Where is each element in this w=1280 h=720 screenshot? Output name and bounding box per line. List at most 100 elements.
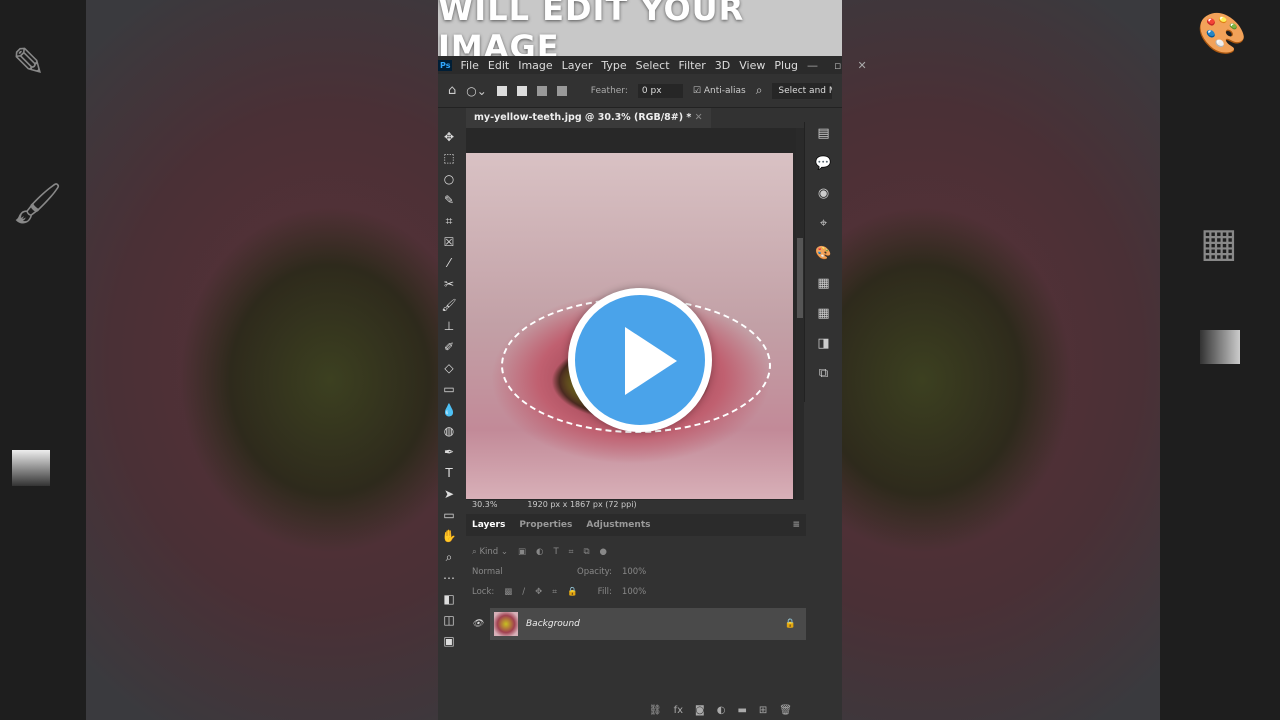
pen-tool-icon[interactable]: ✒ xyxy=(444,445,454,462)
subtract-selection-icon[interactable] xyxy=(536,85,547,96)
blur-tool-icon[interactable]: 💧 xyxy=(442,403,457,420)
stamp-tool-icon[interactable]: ⊥ xyxy=(444,319,454,336)
eyedropper-tool-icon[interactable]: ⁄ xyxy=(448,256,450,273)
add-selection-icon[interactable] xyxy=(516,85,527,96)
lock-pixels-icon[interactable]: / xyxy=(522,587,525,597)
tab-properties[interactable]: Properties xyxy=(519,520,572,530)
move-tool-icon[interactable]: ✥ xyxy=(444,130,454,147)
filter-toggle[interactable]: ● xyxy=(600,547,607,557)
panel-menu-icon[interactable]: ≡ xyxy=(792,520,800,530)
path-select-tool-icon[interactable]: ➤ xyxy=(444,487,454,504)
menu-plugins[interactable]: Plug xyxy=(774,59,798,72)
screen-mode-icon[interactable]: ▣ xyxy=(443,634,454,651)
new-group-icon[interactable]: ▬ xyxy=(737,705,746,716)
link-layers-icon[interactable]: ⛓ xyxy=(649,705,662,716)
new-layer-icon[interactable]: ⊞ xyxy=(759,705,767,716)
menu-type[interactable]: Type xyxy=(601,59,626,72)
minimize-icon[interactable]: — xyxy=(807,59,818,72)
grid-icon[interactable]: ▦ xyxy=(817,306,829,321)
maximize-icon[interactable]: ▫ xyxy=(834,59,841,72)
filter-pixel-icon[interactable]: ▣ xyxy=(518,547,526,557)
artboard-tool-icon[interactable]: ⬚ xyxy=(443,151,454,168)
lock-transparent-icon[interactable]: ▩ xyxy=(504,587,512,597)
close-tab-icon[interactable]: ✕ xyxy=(695,112,703,123)
menu-image[interactable]: Image xyxy=(518,59,552,72)
lock-label: Lock: xyxy=(472,587,495,597)
document-tab[interactable]: my-yellow-teeth.jpg @ 30.3% (RGB/8#) * ✕ xyxy=(466,108,711,128)
menu-3d[interactable]: 3D xyxy=(715,59,730,72)
layer-row[interactable]: 👁 Background 🔒 xyxy=(472,608,806,640)
grid-icon: ▦ xyxy=(1200,220,1238,266)
gradient-tool-icon[interactable]: ▭ xyxy=(443,382,454,399)
new-selection-icon[interactable] xyxy=(496,85,507,96)
libraries-icon[interactable]: ⧉ xyxy=(819,366,828,381)
tab-adjustments[interactable]: Adjustments xyxy=(586,520,650,530)
tab-layers[interactable]: Layers xyxy=(472,520,505,530)
filter-shape-icon[interactable]: ⌗ xyxy=(569,547,574,557)
menu-layer[interactable]: Layer xyxy=(562,59,593,72)
menu-select[interactable]: Select xyxy=(636,59,670,72)
intersect-selection-icon[interactable] xyxy=(556,85,567,96)
adjustment-layer-icon[interactable]: ◐ xyxy=(717,705,726,716)
lock-artboard-icon[interactable]: ⌗ xyxy=(552,587,557,597)
blurred-background-right: 🎨 ▦ xyxy=(842,0,1280,720)
patterns-icon[interactable]: ▦ xyxy=(817,276,829,291)
options-bar: ⌂ ○⌄ Feather: 0 px ☑ Anti-alias ⌕ Select… xyxy=(438,74,842,108)
eraser-tool-icon[interactable]: ◇ xyxy=(444,361,453,378)
home-icon[interactable]: ⌂ xyxy=(448,83,456,98)
hand-tool-icon[interactable]: ✋ xyxy=(442,529,457,546)
search-icon[interactable]: ⌕ xyxy=(756,83,763,98)
filter-type-icon[interactable]: T xyxy=(553,547,558,557)
more-tools-icon[interactable]: ⋯ xyxy=(443,571,455,588)
fx-icon[interactable]: fx xyxy=(674,705,683,716)
play-icon[interactable] xyxy=(568,288,712,432)
visibility-eye-icon[interactable]: 👁 xyxy=(472,619,483,629)
layer-thumbnail xyxy=(494,612,518,636)
add-mask-icon[interactable]: ◙ xyxy=(695,705,705,716)
history-brush-icon[interactable]: ✐ xyxy=(444,340,454,357)
zoom-tool-icon[interactable]: ⌕ xyxy=(446,550,453,567)
zoom-level[interactable]: 30.3% xyxy=(472,500,497,514)
healing-tool-icon[interactable]: ✂ xyxy=(444,277,454,294)
menu-view[interactable]: View xyxy=(739,59,765,72)
lock-position-icon[interactable]: ✥ xyxy=(535,587,542,597)
quick-select-tool-icon[interactable]: ✎ xyxy=(444,193,454,210)
rectangle-tool-icon[interactable]: ▭ xyxy=(443,508,454,525)
menu-file[interactable]: File xyxy=(460,59,478,72)
fill-label: Fill: xyxy=(597,587,612,597)
crop-tool-icon[interactable]: ⌗ xyxy=(446,214,453,231)
history-icon[interactable]: ▤ xyxy=(817,126,829,141)
frame-tool-icon[interactable]: ☒ xyxy=(444,235,455,252)
lasso-icon[interactable]: ○⌄ xyxy=(466,84,487,98)
banner-title: WILL EDIT YOUR IMAGE xyxy=(438,0,842,66)
gradients-icon[interactable]: ◨ xyxy=(817,336,829,351)
type-tool-icon[interactable]: T xyxy=(445,466,452,483)
close-icon[interactable]: ✕ xyxy=(858,59,867,72)
color-swatches-icon[interactable]: ◧ xyxy=(443,592,454,609)
filter-smart-icon[interactable]: ⧉ xyxy=(583,547,589,557)
antialias-checkbox[interactable]: ☑ Anti-alias xyxy=(693,86,746,96)
brush-icon: 🖌 xyxy=(12,181,63,227)
filter-kind-select[interactable]: ⌕ Kind ⌄ xyxy=(472,547,508,557)
opacity-input[interactable]: 100% xyxy=(622,567,646,577)
filter-adjustment-icon[interactable]: ◐ xyxy=(536,547,543,557)
comments-icon[interactable]: 💬 xyxy=(815,156,831,171)
dodge-tool-icon[interactable]: ◍ xyxy=(444,424,454,441)
menu-filter[interactable]: Filter xyxy=(679,59,706,72)
vertical-scrollbar[interactable] xyxy=(796,128,804,500)
delete-layer-icon[interactable]: 🗑 xyxy=(779,705,792,716)
brush-tool-icon[interactable]: 🖌 xyxy=(441,298,456,315)
swatches-icon[interactable]: 🎨 xyxy=(815,246,831,261)
layers-panel: Layers Properties Adjustments ≡ ⌕ Kind ⌄… xyxy=(466,514,806,720)
select-and-mask-button[interactable]: Select and Mask xyxy=(772,82,833,99)
feather-input[interactable]: 0 px xyxy=(637,83,683,98)
lasso-tool-icon[interactable]: ○ xyxy=(444,172,454,189)
lock-all-icon[interactable]: 🔒 xyxy=(567,587,578,597)
menu-edit[interactable]: Edit xyxy=(488,59,509,72)
blend-mode-select[interactable]: Normal xyxy=(472,567,567,577)
color-icon[interactable]: ◉ xyxy=(818,186,829,201)
quick-mask-icon[interactable]: ◫ xyxy=(443,613,454,630)
fill-input[interactable]: 100% xyxy=(622,587,646,597)
palette-icon: 🎨 xyxy=(1197,11,1247,57)
paths-icon[interactable]: ⌖ xyxy=(820,216,827,231)
